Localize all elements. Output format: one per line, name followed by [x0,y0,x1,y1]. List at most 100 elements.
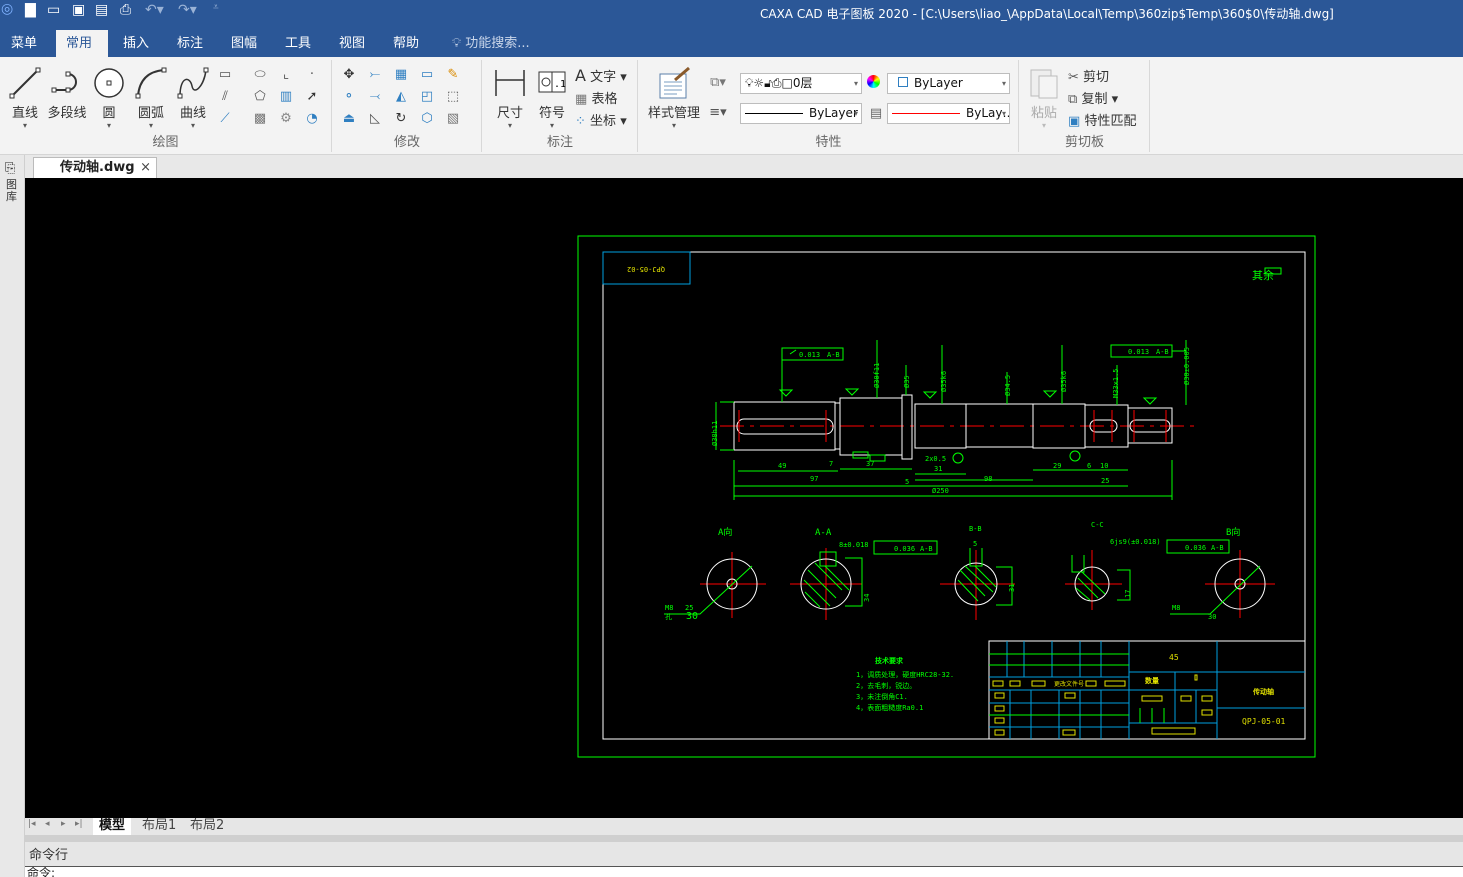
cut-button[interactable]: ✂ 剪切 [1068,66,1109,85]
layout-tab-2[interactable]: 布局2 [184,818,230,835]
command-input[interactable]: 命令: [25,866,1463,877]
circle-label: 圆 [102,106,116,121]
layout-tab-1[interactable]: 布局1 [136,818,182,835]
paste-button[interactable]: 粘贴 ▾ [1026,66,1062,131]
dimension-button[interactable]: 尺寸 ▾ [491,66,529,131]
library-panel-strip[interactable]: ⎘ 图库 [0,155,25,877]
line-button[interactable]: 直线 ▾ [6,66,44,131]
circle-button[interactable]: 圆 ▾ [92,66,126,131]
arrow-icon[interactable]: ➚ [303,88,321,106]
rotate-icon[interactable]: ↻ [392,110,410,128]
parallel-line-icon[interactable]: ⫽ [216,88,234,106]
tab-home[interactable]: 常用 [56,30,108,57]
library-tab[interactable]: 图库 [6,179,19,203]
linetype-manager-icon[interactable]: ≡▾ [709,104,727,122]
group-properties-label: 特性 [815,135,842,150]
array-icon[interactable]: ▦ [392,66,410,84]
title-block-material: 45 [1169,653,1179,662]
prev-layout-icon[interactable]: ◂ [45,819,50,829]
tab-menu[interactable]: 菜单 [1,30,47,57]
tab-tools[interactable]: 工具 [275,30,321,57]
color-select[interactable]: ByLayer ▾ [887,73,1010,94]
dim-7: 7 [829,460,833,468]
last-layout-icon[interactable]: ▸| [75,819,83,829]
app-logo-icon: ◎ [1,1,14,17]
tech-note-1: 1，调质处理，硬度HRC28-32. [856,670,954,679]
symbol-button[interactable]: .1 符号 ▾ [533,66,571,131]
style-manager-button[interactable]: 样式管理 ▾ [643,66,705,131]
copy-button[interactable]: ⧉ 复制 ▾ [1068,88,1118,107]
document-tab[interactable]: 传动轴.dwg × [33,157,157,178]
table-button[interactable]: ▦ 表格 [575,88,617,107]
polyline-button[interactable]: 多段线 [46,66,88,121]
close-tab-icon[interactable]: × [140,158,151,178]
line-icon [9,67,41,99]
print-icon[interactable]: ⎙ [120,2,131,18]
save-icon[interactable]: ▣ [72,2,85,18]
new-file-icon[interactable]: ▇ [25,2,36,18]
linetype-select[interactable]: ByLayer ▾ [740,103,862,124]
edit-hatch-icon[interactable]: ▧ [444,110,462,128]
table-icon: ▦ [575,92,588,107]
eraser-icon[interactable]: ✎ [444,66,462,84]
arc-button[interactable]: 圆弧 ▾ [132,66,170,131]
lineweight-icon[interactable]: ▤ [867,105,885,123]
ellipse-icon[interactable]: ⬭ [251,66,269,84]
layout-tab-model[interactable]: 模型 [93,818,132,835]
dim-29: 29 [1053,462,1061,470]
open-file-icon[interactable]: ▭ [47,2,60,18]
hole-axis-icon[interactable]: ▥ [277,88,295,106]
customize-quick-access-icon[interactable]: ⩡ [213,2,219,13]
match-properties-button[interactable]: ▣ 特性匹配 [1068,110,1136,129]
next-layout-icon[interactable]: ▸ [61,819,66,829]
first-layout-icon[interactable]: |◂ [28,819,36,829]
function-curve-icon[interactable]: ⌞ [277,66,295,84]
rectangle-icon[interactable]: ▭ [216,66,234,84]
hatch-icon[interactable]: ▩ [251,110,269,128]
dimension-texts: 0.013 A-B 0.013 A-B Ø38h11 Ø30f11 Ø35 Ø3… [711,347,1191,495]
color-wheel-icon[interactable] [867,75,880,88]
tab-help[interactable]: 帮助 [383,30,429,57]
feature-search[interactable]: 💡︎ 功能搜索... [452,30,530,57]
undo-icon[interactable]: ↶▾ [145,2,164,18]
curve-button[interactable]: 曲线 ▾ [174,66,212,131]
tab-sheet[interactable]: 图幅 [221,30,267,57]
point-icon[interactable]: · [303,66,321,84]
layer-manager-icon[interactable]: ⧉▾ [709,74,727,92]
layer-state-icons: 💡︎☼🔓︎⎙□ [745,76,793,90]
gear-icon[interactable]: ⚙ [277,110,295,128]
lineweight-select[interactable]: ByLay… ▾ [887,103,1010,124]
trim-icon[interactable]: ⤚ [366,66,384,84]
dim-d35: Ø35 [903,375,911,388]
centerline-icon[interactable]: ⟋ [216,110,234,128]
command-line-label: 命令行 [29,848,69,863]
mirror-icon[interactable]: ◭ [392,88,410,106]
polygon-icon[interactable]: ⬠ [251,88,269,106]
layer-select[interactable]: 💡︎☼🔓︎⎙□0层 ▾ [740,73,862,94]
save-all-icon[interactable]: ▤ [95,2,108,18]
stretch-icon[interactable]: ▭ [418,66,436,84]
dim-2x05: 2x0.5 [925,455,946,463]
extend-icon[interactable]: ⤙ [366,88,384,106]
chamfer-icon[interactable]: ◺ [366,110,384,128]
tab-insert[interactable]: 插入 [113,30,159,57]
layer-value: 0层 [792,76,813,90]
fill-icon[interactable]: ◔ [303,110,321,128]
drawing-canvas[interactable]: QPJ-05-02 其余 0.013 A-B 0.013 A-B Ø38h11 … [25,178,1463,818]
tab-view[interactable]: 视图 [329,30,375,57]
scale-icon[interactable]: ◰ [418,88,436,106]
library-icon: ⎘ [5,161,16,176]
coordinate-button[interactable]: ⁘ 坐标 ▾ [575,110,627,129]
block-icon[interactable]: ⬚ [444,88,462,106]
explode-icon[interactable]: ⬡ [418,110,436,128]
tab-annotate[interactable]: 标注 [167,30,213,57]
text-button[interactable]: A 文字 ▾ [575,66,627,85]
copy-object-icon[interactable]: ⚬ [340,88,358,106]
splitter[interactable] [25,835,1463,842]
dim-m33: M33x1.5 [1112,368,1120,398]
hole-b-depth: 30 [1208,613,1216,621]
document-tabs: 传动轴.dwg × [25,155,1463,178]
redo-icon[interactable]: ↷▾ [178,2,197,18]
move-icon[interactable]: ✥ [340,66,358,84]
offset-icon[interactable]: ⏏ [340,110,358,128]
